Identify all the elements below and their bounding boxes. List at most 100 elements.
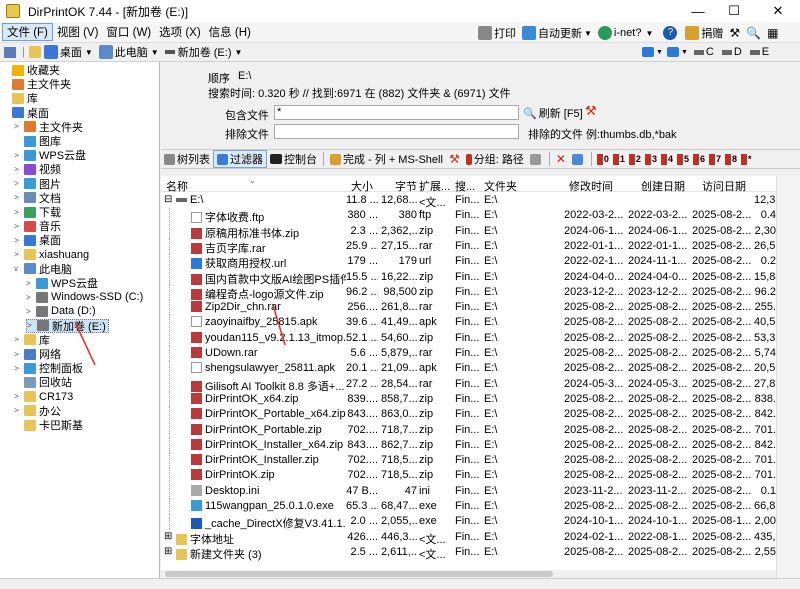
- folder-tree[interactable]: 收藏夹 主文件夹库桌面 > 主文件夹 图库 > WPS云盘 > 视频 > 图片 > 文档 > 下载 > 音乐 > 桌…: [0, 62, 160, 578]
- expand-toggle-icon[interactable]: ⊞: [164, 546, 172, 557]
- tree-list-button[interactable]: 树列表: [161, 151, 213, 167]
- expand-toggle-icon[interactable]: >: [14, 350, 24, 359]
- tree-item[interactable]: > 办公: [14, 404, 61, 418]
- table-row[interactable]: ⊞ 字体地址 426.... 446,3... <文... Fin... E:\ 2024-0…: [161, 530, 776, 546]
- expand-toggle-icon[interactable]: >: [27, 321, 37, 330]
- tree-item[interactable]: > 新加卷 (E:): [26, 318, 109, 333]
- console-button[interactable]: 控制台: [267, 151, 320, 167]
- help-button[interactable]: ?: [663, 26, 679, 40]
- column-preset-button[interactable]: *: [739, 153, 754, 165]
- tree-item[interactable]: > 音乐: [14, 219, 61, 233]
- inet-button[interactable]: i-net? ▼: [597, 26, 653, 40]
- file-table[interactable]: 名称 大小 字节 扩展... 搜... 文件夹 修改时间 创建日期 访问日期 ⌄ ⊟ E:\ 11.8…: [161, 176, 776, 578]
- column-preset-button[interactable]: 1: [611, 153, 627, 165]
- tree-item[interactable]: > xiashuang: [14, 248, 89, 262]
- expand-toggle-icon[interactable]: >: [14, 208, 24, 217]
- table-row[interactable]: zaoyinaifby_25815.apk 39.6 ... 41,49... apk…: [161, 315, 776, 331]
- export-button[interactable]: [569, 153, 588, 165]
- breadcrumb-desktop[interactable]: 桌面 ▼: [41, 44, 96, 60]
- expand-toggle-icon[interactable]: >: [14, 250, 24, 259]
- tools-icon[interactable]: ⚒: [729, 26, 740, 40]
- column-preset-button[interactable]: 0: [595, 153, 611, 165]
- table-row[interactable]: 国内首款中文版AI绘图PS插件... 15.5 ... 16,22... zip Fin…: [161, 269, 776, 286]
- tree-item[interactable]: 回收站: [14, 375, 72, 389]
- expand-toggle-icon[interactable]: >: [14, 165, 24, 174]
- column-header[interactable]: 扩展...: [419, 178, 450, 194]
- maximize-button[interactable]: ☐: [716, 0, 752, 22]
- refresh-button[interactable]: 🔍 刷新 [F5]: [523, 105, 583, 121]
- expand-toggle-icon[interactable]: >: [14, 236, 24, 245]
- donate-button[interactable]: 捐赠: [685, 25, 723, 41]
- column-header[interactable]: 文件夹: [484, 178, 517, 194]
- tree-item[interactable]: 卡巴斯基: [14, 418, 83, 432]
- filter-button[interactable]: 过滤器: [213, 150, 267, 168]
- tree-item[interactable]: > Windows-SSD (C:): [26, 290, 143, 304]
- breadcrumb-this-pc[interactable]: 此电脑 ▼: [96, 44, 162, 60]
- tree-item[interactable]: > 主文件夹: [14, 120, 83, 134]
- menu-options[interactable]: 选项 (X): [155, 24, 205, 40]
- grid-icon[interactable]: ▦: [767, 26, 778, 40]
- tree-item[interactable]: > WPS云盘: [14, 148, 86, 162]
- table-row[interactable]: 原稿用标准书体.zip 2.3 ... 2,362,... zip Fin... E:\ 2…: [161, 223, 776, 240]
- table-row[interactable]: DirPrintOK.zip 702.... 718,5... zip Fin... E:…: [161, 468, 776, 484]
- column-header[interactable]: 创建日期: [641, 178, 685, 194]
- column-preset-button[interactable]: 2: [627, 153, 643, 165]
- expand-toggle-icon[interactable]: v: [14, 264, 24, 273]
- scroll-thumb[interactable]: [165, 571, 553, 577]
- horizontal-scrollbar[interactable]: [161, 570, 776, 578]
- tree-item[interactable]: > 控制面板: [14, 361, 83, 375]
- column-header[interactable]: 访问日期: [702, 178, 746, 194]
- vertical-scrollbar[interactable]: [776, 176, 800, 578]
- column-header[interactable]: 搜...: [455, 178, 475, 194]
- table-row[interactable]: Desktop.ini 47 B... 47 ini Fin... E:\ 2023-11-…: [161, 483, 776, 499]
- table-row[interactable]: DirPrintOK_Portable.zip 702.... 718,7... zi…: [161, 422, 776, 438]
- table-row[interactable]: _cache_DirectX修复V3.41.1... 2.0 ... 2,055,.…: [161, 514, 776, 530]
- tree-item[interactable]: > CR173: [14, 390, 73, 404]
- expand-toggle-icon[interactable]: >: [14, 122, 24, 131]
- tools-button[interactable]: ⚒: [446, 152, 463, 166]
- menu-file[interactable]: 文件 (F): [2, 23, 53, 41]
- drive-d-button[interactable]: D: [721, 46, 742, 58]
- table-row[interactable]: 115wangpan_25.0.1.0.exe 65.3 ... 68,47... e…: [161, 499, 776, 514]
- expand-toggle-icon[interactable]: ⊞: [164, 531, 172, 542]
- table-row[interactable]: Gilisoft AI Toolkit 8.8 多语+... 27.2 ... 28…: [161, 376, 776, 393]
- auto-update-button[interactable]: 自动更新 ▼: [522, 25, 592, 41]
- tree-item[interactable]: > 图片: [14, 177, 61, 191]
- table-row[interactable]: 获取商用授权.url 179 ... 179 url Fin... E:\ 2022-02-…: [161, 254, 776, 270]
- table-row[interactable]: DirPrintOK_Installer.zip 702.... 718,5... z…: [161, 453, 776, 469]
- tree-item[interactable]: > Data (D:): [26, 304, 96, 318]
- tree-item[interactable]: > 桌面: [14, 233, 61, 247]
- column-header[interactable]: 大小: [351, 178, 373, 194]
- expand-toggle-icon[interactable]: >: [14, 335, 24, 344]
- column-header[interactable]: 名称: [166, 178, 188, 194]
- table-row[interactable]: DirPrintOK_Portable_x64.zip 843.... 863,0.…: [161, 407, 776, 423]
- tree-item[interactable]: 图库: [14, 134, 61, 148]
- tree-item[interactable]: > WPS云盘: [26, 276, 98, 290]
- column-preset-button[interactable]: 8: [723, 153, 739, 165]
- minimize-button[interactable]: —: [680, 0, 716, 22]
- expand-toggle-icon[interactable]: >: [14, 179, 24, 188]
- table-row[interactable]: DirPrintOK_x64.zip 839.... 858,7... zip Fin.…: [161, 391, 776, 407]
- table-row[interactable]: Zip2Dir_chn.rar 256.... 261,8... rar Fin... E…: [161, 300, 776, 316]
- menu-view[interactable]: 视图 (V): [53, 24, 103, 40]
- close-button[interactable]: ✕: [760, 0, 796, 22]
- expand-toggle-icon[interactable]: >: [14, 222, 24, 231]
- tree-item[interactable]: 主文件夹: [2, 77, 71, 91]
- panel-toggle-icon[interactable]: [4, 46, 16, 58]
- breadcrumb-drive-e[interactable]: 新加卷 (E:) ▼: [162, 44, 246, 60]
- search-icon[interactable]: 🔍: [746, 26, 761, 40]
- copy-button[interactable]: [527, 153, 546, 165]
- table-row[interactable]: UDown.rar 5.6 ... 5,879,... rar Fin... E:\ 202…: [161, 346, 776, 361]
- tree-item[interactable]: > 库: [14, 333, 50, 347]
- tree-item[interactable]: > 网络: [14, 347, 61, 361]
- expand-toggle-icon[interactable]: >: [26, 293, 36, 302]
- expand-toggle-icon[interactable]: >: [26, 279, 36, 288]
- drive-c-button[interactable]: C: [693, 46, 714, 58]
- table-row[interactable]: youdan115_v9.2.1.13_itmop... 52.1 ... 54,6…: [161, 330, 776, 346]
- print-button[interactable]: 打印: [478, 25, 516, 41]
- delete-button[interactable]: ✕: [553, 152, 569, 166]
- include-files-input[interactable]: *: [274, 105, 519, 120]
- table-row[interactable]: shengsulawyer_25811.apk 20.1 ... 21,09... a…: [161, 361, 776, 377]
- expand-toggle-icon[interactable]: >: [14, 364, 24, 373]
- table-row[interactable]: ⊞ 新建文件夹 (3) 2.5 ... 2,611,... <文... Fin... E:\…: [161, 545, 776, 561]
